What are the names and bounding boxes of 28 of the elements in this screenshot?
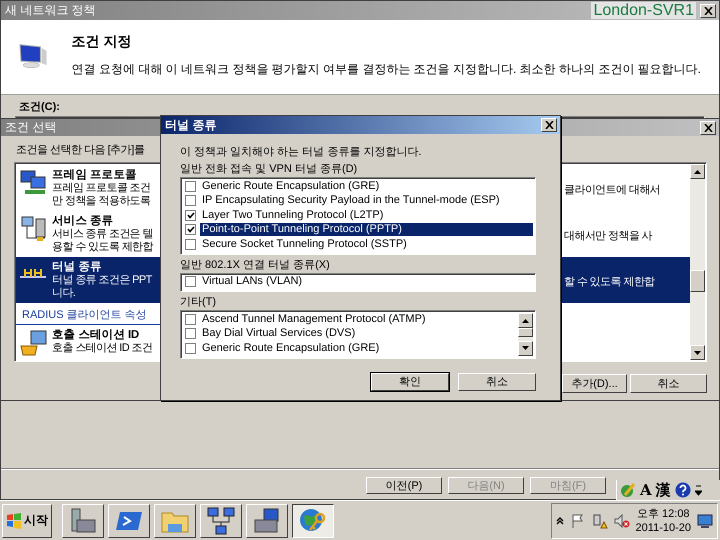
condition-description: 할 수 있도록 제한합 bbox=[564, 276, 656, 289]
condition-description: 호출 스테이션 ID 조건 bbox=[52, 342, 154, 355]
list-label: 기타(T) bbox=[180, 295, 216, 310]
instruction-text: 이 정책과 일치해야 하는 터널 종류를 지정합니다. bbox=[180, 145, 422, 159]
condition-title: 호출 스테이션 ID bbox=[52, 328, 140, 342]
condition-description: 터널 종류 조건은 PPT bbox=[52, 274, 154, 287]
condition-description: 용할 수 있도록 제한합 bbox=[52, 241, 154, 254]
window-title: 새 네트워크 정책 bbox=[5, 2, 96, 19]
instruction-text: 조건을 선택한 다음 [추가]를 bbox=[16, 143, 144, 157]
condition-description: 서비스 종류 조건은 텔 bbox=[52, 228, 154, 241]
condition-title: 터널 종류 bbox=[52, 260, 103, 274]
list-label: 일반 802.1X 연결 터널 종류(X) bbox=[180, 258, 330, 272]
window-title: 조건 선택 bbox=[5, 119, 56, 136]
condition-description: 프레임 프로토콜 조건 bbox=[52, 182, 152, 195]
condition-title: 프레임 프로토콜 bbox=[52, 168, 138, 182]
clock-date: 2011-10-20 bbox=[636, 520, 691, 534]
clock-time: 오후 12:08 bbox=[636, 506, 690, 520]
list-label: 일반 전화 접속 및 VPN 터널 종류(D) bbox=[180, 162, 358, 177]
conditions-label: 조건(C): bbox=[18, 100, 61, 115]
condition-description: 클라이언트에 대해서 bbox=[564, 184, 662, 197]
window-title: 터널 종류 bbox=[165, 116, 216, 134]
page-description: 연결 요청에 대해 이 네트워크 정책을 평가할지 여부를 결정하는 조건을 지정합니다. 최소한 하나의 조건이 필요합니다. bbox=[72, 61, 701, 78]
page-title: 조건 지정 bbox=[72, 33, 133, 51]
condition-title: 서비스 종류 bbox=[52, 214, 114, 228]
condition-description: 만 정책을 적용하도록 bbox=[52, 195, 152, 208]
condition-description: 니다. bbox=[52, 287, 76, 300]
condition-description: 대해서만 정책을 사 bbox=[564, 230, 654, 243]
host-name-label: London-SVR1 bbox=[591, 2, 696, 19]
